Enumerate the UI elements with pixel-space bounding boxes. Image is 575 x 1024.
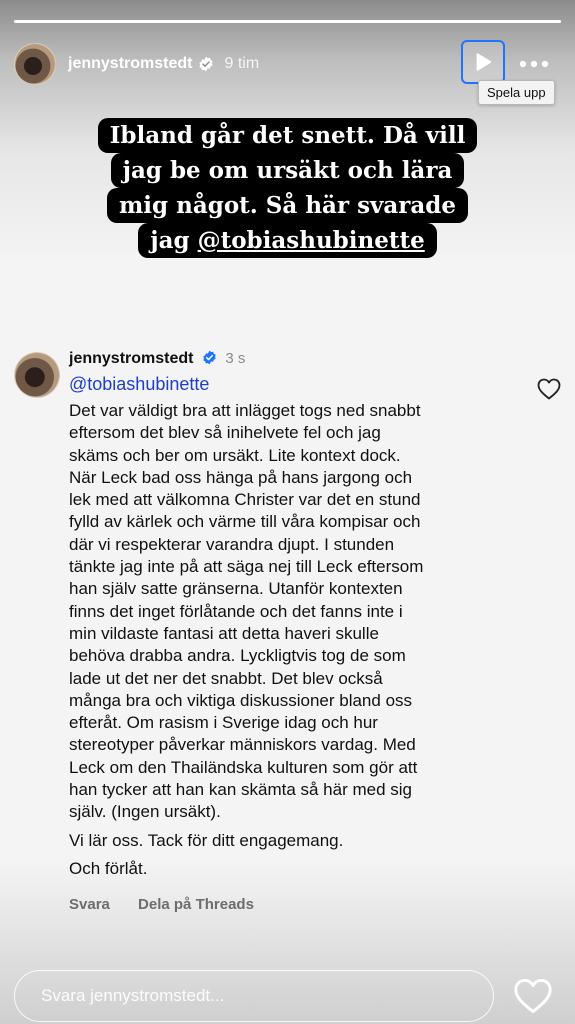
comment-avatar[interactable] <box>14 352 60 398</box>
caption-prefix: jag <box>150 227 198 254</box>
comment-text: Det var väldigt bra att inlägget togs ne… <box>69 401 424 822</box>
comment-username[interactable]: jennystromstedt <box>69 350 193 367</box>
like-heart-icon[interactable] <box>513 978 553 1014</box>
play-tooltip: Spela upp <box>478 80 555 105</box>
caption-line: Ibland går det snett. Då vill <box>97 118 478 153</box>
comment-timestamp: 3 s <box>225 350 246 367</box>
heart-icon[interactable] <box>537 378 561 400</box>
story-progress-fill <box>14 20 561 23</box>
play-icon <box>476 53 492 71</box>
caption-mention[interactable]: @tobiashubinette <box>198 227 425 254</box>
caption-line: mig något. Så här svarade <box>106 188 469 223</box>
reply-link[interactable]: Svara <box>69 896 110 913</box>
more-icon <box>519 60 549 68</box>
story-progress-bar <box>14 20 561 23</box>
story-timestamp: 9 tim <box>224 55 260 72</box>
comment-text-thanks: Vi lär oss. Tack för ditt engagemang. <box>69 830 344 850</box>
verified-icon <box>199 56 214 72</box>
story-caption: Ibland går det snett. Då vill jag be om … <box>60 118 515 258</box>
comment-body: jennystromstedt 3 s @tobiashubinette Det… <box>69 350 521 913</box>
comment-mention[interactable]: @tobiashubinette <box>69 374 521 395</box>
reply-input[interactable]: Svara jennystromstedt... <box>14 970 494 1022</box>
comment-text-sorry: Och förlåt. <box>69 858 148 878</box>
share-threads-link[interactable]: Dela på Threads <box>138 896 254 913</box>
caption-line: jag be om ursäkt och lära <box>110 153 465 188</box>
comment-header: jennystromstedt 3 s <box>69 350 521 368</box>
comment-actions: Svara Dela på Threads <box>69 896 521 913</box>
play-button[interactable] <box>461 40 505 84</box>
caption-line-last: jag @tobiashubinette <box>138 223 437 258</box>
verified-icon <box>203 350 216 365</box>
avatar[interactable] <box>14 43 56 85</box>
reply-placeholder: Svara jennystromstedt... <box>41 986 225 1005</box>
more-options-button[interactable] <box>517 50 551 78</box>
story-username[interactable]: jennystromstedt <box>68 55 192 73</box>
